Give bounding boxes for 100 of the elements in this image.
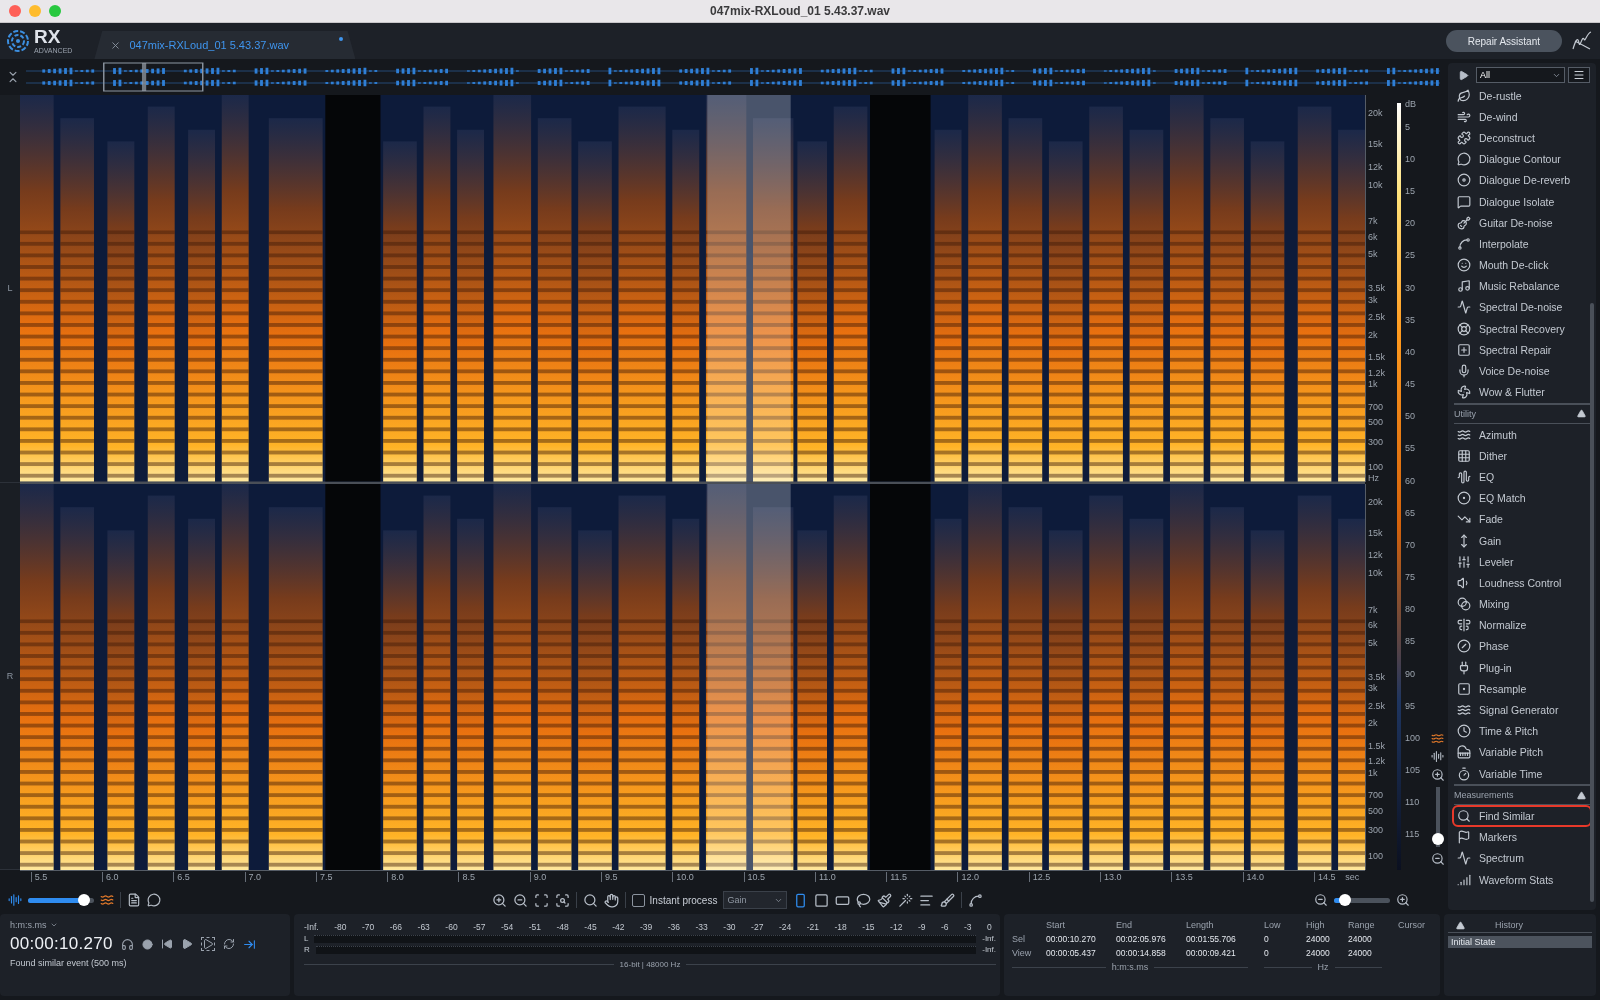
module-item[interactable]: Dialogue De-reverb [1452, 169, 1592, 191]
module-item[interactable]: Azimuth [1452, 424, 1592, 446]
module-item[interactable]: Variable Pitch [1452, 741, 1592, 763]
module-item[interactable]: Interpolate [1452, 233, 1592, 255]
zoom-in-icon[interactable] [1430, 768, 1445, 782]
magnifier-icon[interactable] [582, 892, 598, 908]
module-item[interactable]: EQ Match [1452, 487, 1592, 509]
slider-thumb[interactable] [1431, 832, 1444, 845]
module-item[interactable]: Resample [1452, 678, 1592, 700]
repair-assistant-button[interactable]: Repair Assistant [1445, 30, 1562, 52]
file-tab[interactable]: 047mix-RXLoud_01 5.43.37.wav [94, 31, 356, 59]
section-header[interactable]: Measurements [1454, 784, 1590, 806]
zoom-in-icon[interactable] [1396, 893, 1410, 907]
module-item[interactable]: Guitar De-noise [1452, 212, 1592, 234]
menu-button[interactable] [1568, 67, 1590, 83]
module-item[interactable]: Time & Pitch [1452, 720, 1592, 742]
collapse-triangle-icon[interactable] [1456, 920, 1465, 930]
collapse-triangle-icon[interactable] [1577, 790, 1586, 800]
waveform-icon[interactable] [8, 893, 22, 907]
module-item[interactable]: Music Rebalance [1452, 275, 1592, 297]
hand-icon[interactable] [603, 892, 619, 908]
zoom-out-icon[interactable] [1314, 893, 1328, 907]
headphones-button[interactable] [120, 937, 134, 951]
magic-wand-icon[interactable] [898, 892, 914, 908]
horizontal-zoom-slider[interactable] [1334, 897, 1390, 903]
collapse-icon[interactable] [6, 70, 20, 84]
frequency-label: 3.5k [1368, 283, 1385, 294]
zoom-in-icon[interactable] [491, 892, 507, 908]
pencil-brush-icon[interactable] [940, 892, 956, 908]
module-item[interactable]: Phase [1452, 635, 1592, 658]
module-item[interactable]: Fade [1452, 508, 1592, 530]
blend-slider[interactable] [28, 897, 94, 903]
brush-icon[interactable] [877, 892, 893, 908]
fan-icon [1457, 385, 1471, 400]
spectrogram-waves-icon[interactable] [100, 893, 114, 907]
module-item[interactable]: Spectral Repair [1452, 339, 1592, 361]
time-display: 00:00:10.270 [10, 934, 113, 954]
meter-scale-label: -51 [528, 922, 542, 932]
section-header[interactable]: Utility [1454, 402, 1590, 424]
module-item[interactable]: Waveform Stats [1452, 868, 1592, 891]
module-item[interactable]: Leveler [1452, 551, 1592, 573]
collapse-triangle-icon[interactable] [1577, 409, 1586, 419]
history-item[interactable]: Initial State [1448, 936, 1592, 948]
module-item[interactable]: Loudness Control [1452, 572, 1592, 594]
mic-icon [1457, 364, 1471, 379]
module-item[interactable]: Dialogue Isolate [1452, 190, 1592, 213]
scrollbar[interactable] [1590, 303, 1594, 902]
play-selection-button[interactable] [200, 937, 215, 951]
play-button[interactable] [180, 938, 193, 950]
zoom-out-icon[interactable] [512, 892, 528, 908]
module-item[interactable]: Spectral De-noise [1452, 296, 1592, 319]
document-icon[interactable] [127, 893, 141, 907]
lasso-icon[interactable] [856, 892, 872, 908]
frequency-label: 100 [1368, 462, 1384, 473]
time-format-select[interactable]: h:m:s.ms [10, 920, 280, 930]
module-item[interactable]: De-rustle [1452, 85, 1592, 107]
close-icon[interactable] [110, 39, 122, 51]
module-item[interactable]: EQ [1452, 466, 1592, 488]
meter-scale-label: -3 [964, 922, 972, 932]
record-button[interactable] [141, 938, 153, 950]
instant-process-checkbox[interactable]: Instant process [631, 893, 718, 907]
waveform-icon[interactable] [1431, 750, 1444, 763]
module-item[interactable]: Voice De-noise [1452, 360, 1592, 382]
speech-bubble-icon[interactable] [147, 893, 161, 907]
frequency-label: 2.5k [1368, 312, 1385, 323]
process-select[interactable]: Gain [723, 891, 788, 909]
module-item[interactable]: Dither [1452, 445, 1592, 467]
slider-thumb[interactable] [78, 893, 91, 906]
zoom-selection-icon[interactable] [554, 892, 570, 908]
follow-playhead-button[interactable] [242, 937, 256, 951]
module-item[interactable]: Spectral Recovery [1452, 318, 1592, 340]
zoom-fit-icon[interactable] [533, 892, 549, 908]
module-item[interactable]: De-wind [1452, 106, 1592, 128]
db-label: 100 [1405, 732, 1421, 743]
db-label: 35 [1405, 314, 1415, 325]
module-item[interactable]: Gain [1452, 529, 1592, 552]
harmonic-selection-icon[interactable] [919, 892, 935, 908]
module-item[interactable]: Dialogue Contour [1452, 148, 1592, 170]
module-item[interactable]: Variable Time [1452, 763, 1592, 785]
module-item[interactable]: Markers [1452, 826, 1592, 848]
spectrogram-waves-icon[interactable] [1431, 732, 1444, 745]
loop-button[interactable] [222, 938, 235, 950]
module-item[interactable]: Deconstruct [1452, 127, 1592, 149]
slider-thumb[interactable] [1339, 893, 1352, 906]
music-note-icon [1457, 279, 1471, 294]
frequency-label: 700 [1368, 790, 1384, 801]
module-item[interactable]: Mouth De-click [1452, 254, 1592, 276]
plus-square-icon [1457, 342, 1471, 357]
curve-icon[interactable] [968, 892, 984, 908]
module-item[interactable]: Signal Generator [1452, 699, 1592, 721]
module-item[interactable]: Spectrum [1452, 847, 1592, 869]
module-item[interactable]: Plug-in [1452, 657, 1592, 679]
module-item[interactable]: Normalize [1452, 614, 1592, 636]
rectangle-selection-icon[interactable] [814, 892, 830, 908]
zoom-out-icon[interactable] [1430, 852, 1445, 866]
meter-scale-label: -6 [940, 922, 949, 932]
skip-back-button[interactable] [160, 938, 173, 950]
module-filter-select[interactable]: All [1476, 67, 1565, 83]
module-item[interactable]: Mixing [1452, 593, 1592, 615]
module-item[interactable]: Wow & Flutter [1452, 381, 1592, 403]
